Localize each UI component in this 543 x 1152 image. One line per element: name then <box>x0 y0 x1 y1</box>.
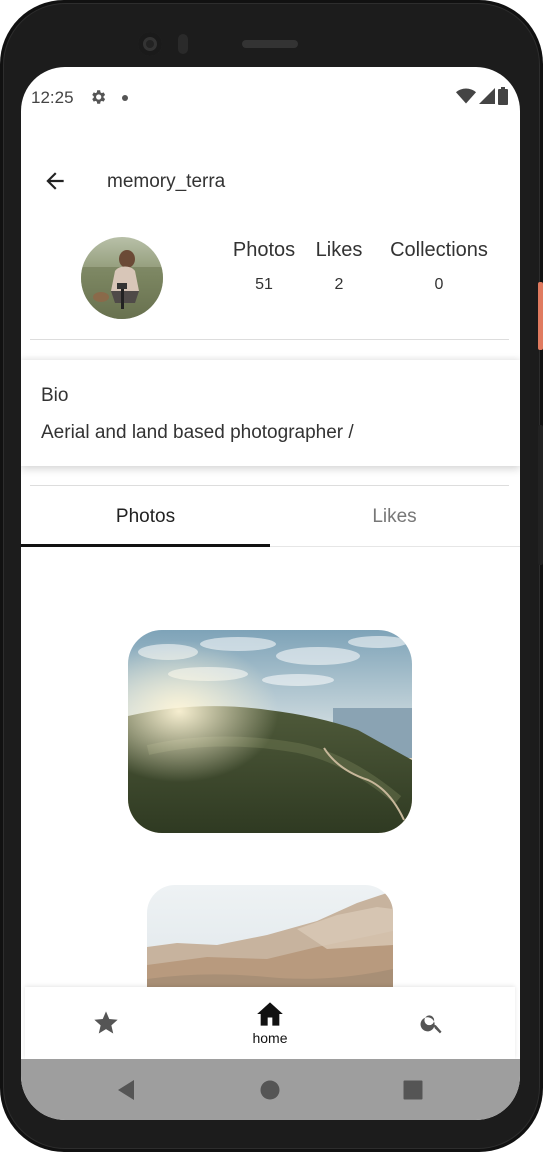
tab-likes[interactable]: Likes <box>270 487 519 547</box>
tab-photos[interactable]: Photos <box>21 487 270 547</box>
app-bar: memory_terra <box>21 157 520 205</box>
stat-likes[interactable]: Likes 2 <box>313 239 365 294</box>
status-time: 12:25 <box>31 88 74 107</box>
stat-value: 0 <box>434 276 444 293</box>
status-icons <box>456 87 508 110</box>
signal-icon <box>479 88 495 109</box>
notification-dot-icon <box>122 95 128 101</box>
search-icon <box>420 1015 442 1034</box>
recents-square-icon <box>403 1080 423 1100</box>
divider <box>30 339 509 340</box>
wifi-icon <box>456 88 476 109</box>
nav-search[interactable] <box>411 987 453 1059</box>
screen: 12:25 memory_terra Photos 51 Likes 2 Col… <box>21 67 520 1120</box>
stat-photos[interactable]: Photos 51 <box>227 239 301 294</box>
arrow-back-icon <box>46 172 64 190</box>
earpiece-speaker <box>242 40 298 48</box>
tab-indicator <box>21 544 270 547</box>
back-triangle-icon <box>118 1080 134 1100</box>
stat-value: 2 <box>334 276 344 293</box>
stat-label: Photos <box>232 239 296 261</box>
stat-value: 51 <box>255 276 273 293</box>
profile-stats: Photos 51 Likes 2 Collections 0 <box>225 239 505 299</box>
system-back-button[interactable] <box>113 1077 139 1103</box>
phone-frame: 12:25 memory_terra Photos 51 Likes 2 Col… <box>0 0 543 1152</box>
stat-label: Collections <box>390 239 488 261</box>
system-recents-button[interactable] <box>400 1077 426 1103</box>
bio-card: Bio Aerial and land based photographer / <box>21 360 520 466</box>
bio-text: Aerial and land based photographer / <box>41 422 354 443</box>
home-icon <box>257 1001 283 1026</box>
nav-home[interactable]: home <box>235 987 305 1059</box>
volume-button <box>538 425 543 565</box>
page-title: memory_terra <box>107 171 226 192</box>
tab-bar: Photos Likes <box>21 487 520 547</box>
photo-card[interactable] <box>128 630 412 833</box>
bottom-navigation: home <box>25 987 515 1059</box>
battery-icon <box>498 87 508 110</box>
system-home-button[interactable] <box>257 1077 283 1103</box>
stat-label: Likes <box>315 239 363 261</box>
front-camera <box>138 32 162 56</box>
avatar[interactable] <box>81 237 163 319</box>
proximity-sensor <box>178 34 188 54</box>
nav-favorites[interactable] <box>85 987 127 1059</box>
divider <box>30 485 509 486</box>
star-icon <box>94 1011 118 1034</box>
bio-title: Bio <box>41 385 69 406</box>
system-navigation-bar <box>21 1059 520 1120</box>
home-circle-icon <box>260 1080 280 1100</box>
settings-gear-icon <box>89 88 107 106</box>
photo-card[interactable] <box>147 885 393 995</box>
stat-collections[interactable]: Collections 0 <box>383 239 495 294</box>
status-bar: 12:25 <box>21 67 520 129</box>
nav-home-label: home <box>252 1029 288 1046</box>
power-button <box>538 282 543 350</box>
back-button[interactable] <box>39 165 71 197</box>
